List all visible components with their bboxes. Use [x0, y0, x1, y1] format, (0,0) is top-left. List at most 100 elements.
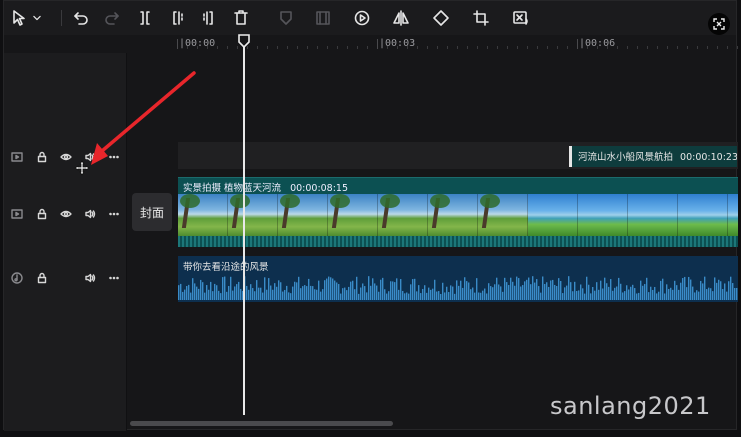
video-clip[interactable]: 实景拍摄 植物蓝天河流 00:00:08:15	[178, 177, 738, 247]
waveform-bar	[554, 284, 556, 300]
ruler-tick	[427, 46, 428, 49]
horizontal-scrollbar[interactable]	[130, 421, 393, 426]
crop-button[interactable]	[470, 8, 492, 28]
time-ruler[interactable]: |00:00 |00:03 |00:06	[174, 37, 738, 53]
waveform-bar	[416, 291, 418, 300]
select-tool-button[interactable]	[8, 8, 30, 28]
waveform-bar	[256, 280, 258, 300]
waveform-bar	[702, 283, 704, 300]
ruler-tick	[337, 46, 338, 49]
ruler-tick	[517, 46, 518, 49]
audio-track-header	[4, 269, 127, 299]
thumbnail-frame	[628, 194, 678, 236]
playhead[interactable]	[243, 35, 245, 415]
lock-icon[interactable]	[35, 207, 49, 221]
waveform-bar	[308, 278, 310, 300]
lock-icon[interactable]	[35, 271, 49, 285]
waveform-bar	[712, 291, 714, 300]
ruler-tick	[287, 46, 288, 49]
freeze-frame-button[interactable]	[312, 8, 334, 28]
waveform-bar	[484, 288, 486, 300]
thumbnail-frame	[178, 194, 228, 236]
mirror-button[interactable]	[390, 8, 412, 28]
waveform-bar	[694, 292, 696, 300]
text-clip[interactable]: 河流山水小船风景航拍 00:00:10:23	[569, 146, 737, 167]
speed-button[interactable]	[351, 8, 373, 28]
ruler-tick	[717, 46, 718, 49]
ruler-tick	[177, 39, 178, 49]
split-left-button[interactable]	[167, 8, 189, 28]
speaker-icon[interactable]	[83, 271, 97, 285]
waveform-bar	[212, 291, 214, 300]
waveform-bar	[682, 278, 684, 300]
split-right-button[interactable]	[197, 8, 219, 28]
waveform-bar	[478, 292, 480, 300]
more-icon[interactable]	[107, 207, 121, 221]
more-icon[interactable]	[107, 150, 121, 164]
waveform-bar	[404, 293, 406, 300]
waveform-bar	[466, 281, 468, 300]
waveform-bar	[720, 281, 722, 300]
playhead-handle[interactable]	[238, 34, 250, 48]
more-icon[interactable]	[107, 271, 121, 285]
redo-button[interactable]	[101, 8, 123, 28]
crop-icon	[473, 10, 489, 26]
speaker-icon[interactable]	[83, 207, 97, 221]
waveform-bar	[402, 290, 404, 300]
ruler-tick	[677, 46, 678, 49]
waveform-bar	[202, 282, 204, 300]
waveform-bar	[182, 291, 184, 300]
waveform-bar	[406, 292, 408, 300]
split-button[interactable]	[134, 8, 156, 28]
ruler-tick	[187, 46, 188, 49]
waveform-bar	[660, 280, 662, 300]
thumbnail-frame	[228, 194, 278, 236]
thumbnail-frame	[328, 194, 378, 236]
select-tool-dropdown[interactable]	[30, 8, 44, 28]
waveform-bar	[386, 293, 388, 300]
waveform-bar	[224, 276, 226, 300]
marker-button[interactable]	[275, 8, 297, 28]
waveform-bar	[432, 288, 434, 300]
waveform-bar	[604, 277, 606, 300]
eye-icon[interactable]	[59, 150, 73, 164]
waveform-bar	[578, 290, 580, 300]
rotate-button[interactable]	[430, 8, 452, 28]
waveform-bar	[304, 285, 306, 300]
ruler-tick	[567, 46, 568, 49]
waveform-bar	[322, 289, 324, 300]
waveform-bar	[502, 291, 504, 300]
smart-crop-button[interactable]	[510, 8, 532, 28]
watermark: sanlang2021	[550, 392, 711, 420]
delete-button[interactable]	[230, 8, 252, 28]
waveform-bar	[370, 285, 372, 300]
waveform-bar	[320, 291, 322, 300]
waveform-bar	[246, 285, 248, 300]
cover-button[interactable]: 封面	[132, 193, 172, 231]
waveform-bar	[228, 286, 230, 300]
waveform-bar	[592, 286, 594, 300]
waveform-bar	[414, 278, 416, 300]
undo-button[interactable]	[70, 8, 92, 28]
waveform-bar	[438, 291, 440, 300]
ruler-tick	[667, 46, 668, 49]
waveform-bar	[442, 282, 444, 300]
waveform-bar	[208, 289, 210, 300]
waveform-bar	[410, 284, 412, 300]
waveform-bar	[278, 280, 280, 300]
eye-icon[interactable]	[59, 207, 73, 221]
waveform-bar	[480, 292, 482, 300]
waveform-bar	[338, 284, 340, 300]
lock-icon[interactable]	[35, 150, 49, 164]
waveform-bar	[274, 283, 276, 300]
waveform-bar	[642, 285, 644, 300]
audio-clip[interactable]: 带你去看沿途的风景	[178, 256, 738, 302]
fullscreen-button[interactable]	[708, 13, 730, 35]
ruler-tick	[697, 46, 698, 49]
ruler-tick	[607, 46, 608, 49]
timeline-panel: |00:00 |00:03 |00:06 封面 河流山水小船风景航拍 00:00…	[3, 0, 738, 431]
waveform-bar	[354, 289, 356, 300]
split-right-icon	[203, 11, 213, 25]
waveform-bar	[236, 284, 238, 300]
waveform-bar	[420, 293, 422, 300]
